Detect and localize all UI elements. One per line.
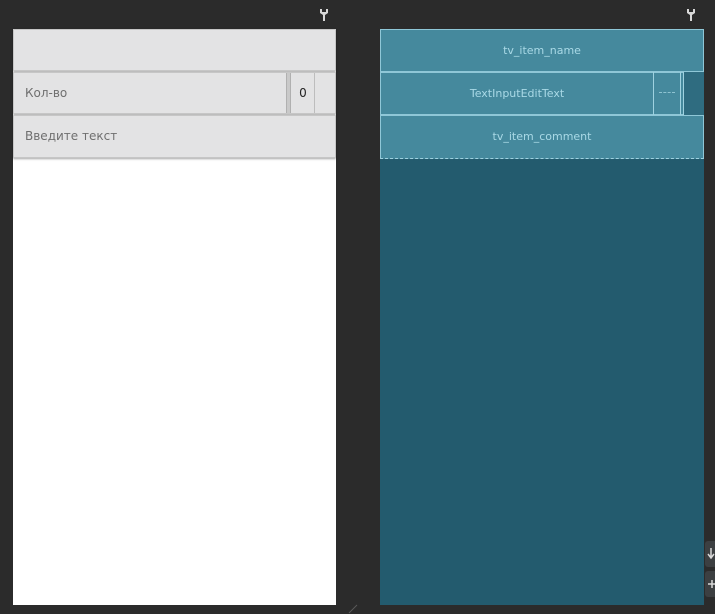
comment-row[interactable]: Введите текст	[13, 115, 336, 158]
resize-handle-icon[interactable]	[348, 604, 358, 614]
layout-editor-canvas: Кол-во 0 Введите текст tv_item_name Text…	[0, 0, 715, 614]
item-name-row[interactable]	[13, 29, 336, 71]
blueprint-panel: tv_item_name TextInputEditText tv_item_c…	[380, 29, 704, 605]
blueprint-text-input[interactable]: TextInputEditText	[380, 72, 704, 115]
zoom-in-button[interactable]	[705, 571, 715, 597]
pin-icon[interactable]	[686, 8, 696, 22]
blueprint-text-input-label: TextInputEditText	[469, 87, 565, 100]
arrow-down-icon	[707, 548, 715, 560]
blueprint-end-box[interactable]	[683, 72, 704, 115]
blueprint-item-name[interactable]: tv_item_name	[380, 29, 704, 72]
quantity-value[interactable]: 0	[293, 72, 313, 114]
blueprint-item-name-label: tv_item_name	[503, 44, 581, 57]
quantity-input-hint[interactable]: Кол-во	[25, 72, 67, 114]
comment-input-hint[interactable]: Введите текст	[25, 115, 117, 157]
design-preview-panel: Кол-во 0 Введите текст	[13, 29, 336, 605]
quantity-divider	[286, 73, 291, 113]
plus-icon	[708, 580, 715, 588]
blueprint-item-comment[interactable]: tv_item_comment	[380, 115, 704, 159]
quantity-row[interactable]: Кол-во 0	[13, 72, 336, 114]
blueprint-dash	[659, 92, 675, 93]
blueprint-item-comment-label: tv_item_comment	[492, 130, 592, 143]
quantity-divider	[314, 73, 315, 113]
blueprint-quantity-box[interactable]	[653, 72, 681, 115]
arrow-down-button[interactable]	[705, 541, 715, 567]
pin-icon[interactable]	[319, 8, 329, 22]
